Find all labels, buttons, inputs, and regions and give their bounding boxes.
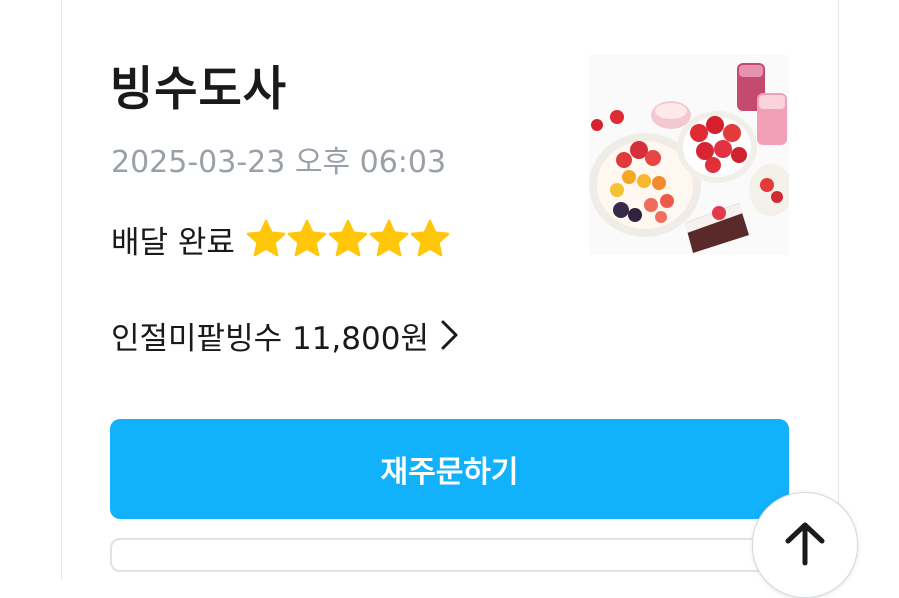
reorder-button[interactable]: 재주문하기 [110, 419, 789, 519]
scroll-to-top-button[interactable] [752, 492, 858, 598]
store-name[interactable]: 빙수도사 [110, 62, 287, 118]
order-item-summary: 인절미팥빙수 11,800원 [111, 320, 429, 357]
bingsu-dessert-photo [589, 55, 789, 255]
rating-stars [245, 218, 450, 260]
order-status-row: 배달 완료 [111, 216, 450, 262]
star-icon [410, 219, 450, 257]
order-item-link[interactable]: 인절미팥빙수 11,800원 [111, 312, 461, 358]
store-thumbnail[interactable] [589, 55, 789, 255]
star-icon [369, 219, 409, 257]
order-time: 2025-03-23 오후 06:03 [111, 145, 447, 180]
next-order-card [110, 538, 793, 572]
star-icon [328, 219, 368, 257]
order-status: 배달 완료 [111, 224, 235, 261]
star-icon [246, 219, 286, 257]
arrow-up-icon [785, 522, 825, 566]
star-icon [287, 219, 327, 257]
chevron-right-icon [441, 320, 458, 350]
